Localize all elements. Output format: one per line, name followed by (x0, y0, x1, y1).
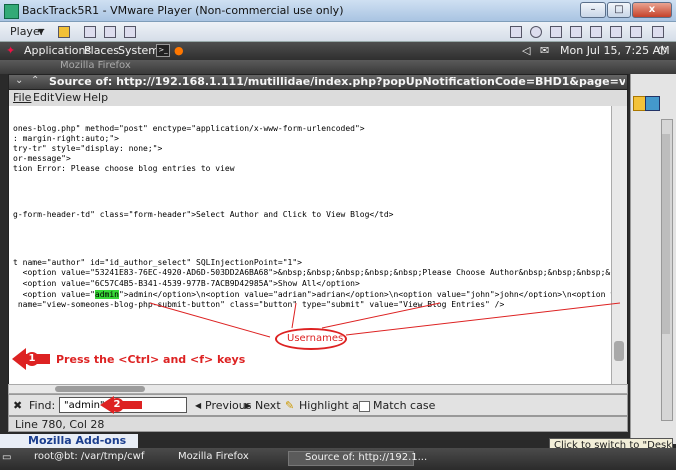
taskbar-terminal[interactable]: root@bt: /var/tmp/cwf (18, 451, 158, 466)
usernames-pointer-lines (149, 302, 621, 338)
annotation-overlay (12, 302, 621, 414)
usernames-callout: Usernames (275, 328, 347, 350)
step-1-instruction: Press the <Ctrl> and <f> keys (56, 353, 246, 366)
bottom-taskbar: ▭ root@bt: /var/tmp/cwf Mozilla Firefox … (0, 448, 676, 470)
usernames-label: Usernames (287, 333, 344, 344)
show-desktop-icon[interactable]: ▭ (2, 452, 16, 467)
taskbar-firefox[interactable]: Mozilla Firefox (162, 451, 282, 466)
step-1-badge: 1 (25, 352, 39, 366)
taskbar-view-source[interactable]: Source of: http://192.1... (288, 451, 427, 466)
step-2-badge: 2 (110, 398, 124, 412)
